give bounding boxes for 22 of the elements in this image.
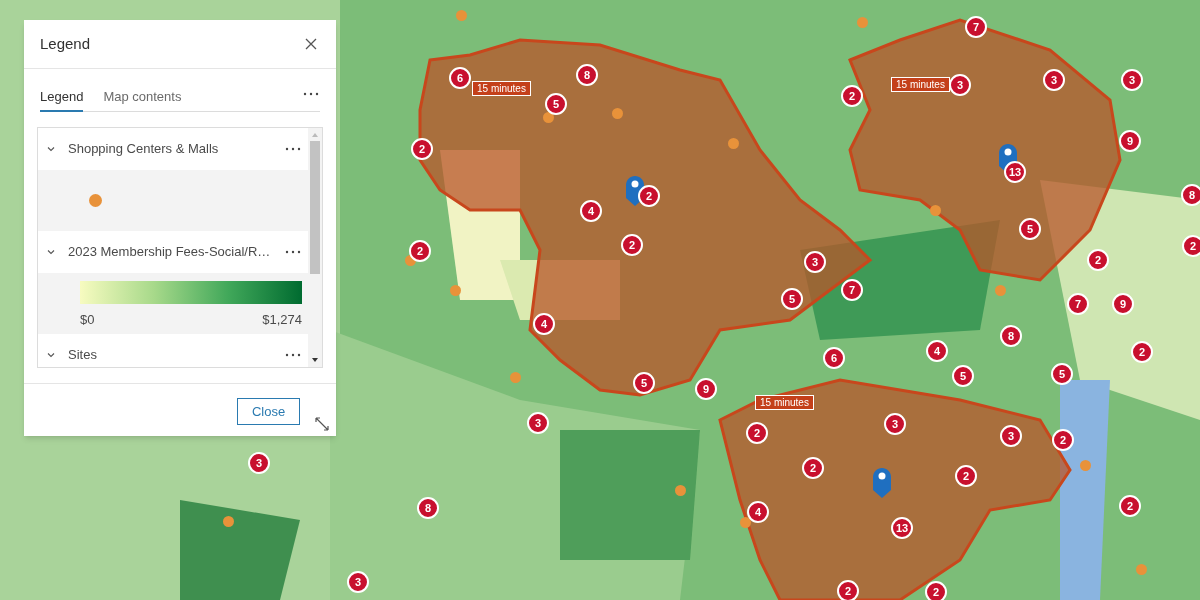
layer-name: Shopping Centers & Malls [68, 140, 220, 159]
resize-icon[interactable] [315, 417, 329, 431]
ramp-max-label: $1,274 [262, 311, 302, 329]
panel-title: Legend [40, 33, 91, 54]
location-pin-icon[interactable] [873, 468, 891, 498]
close-icon[interactable] [303, 36, 319, 52]
ramp-min-label: $0 [80, 311, 95, 329]
drive-time-label: 15 minutes [891, 77, 950, 92]
layer-name: 2023 Membership Fees-Social/R… [68, 243, 272, 262]
layer-name: Sites [68, 346, 98, 365]
point-symbol-icon [89, 194, 102, 207]
scroll-thumb[interactable] [310, 141, 320, 274]
scroll-down-icon[interactable] [311, 357, 319, 363]
chevron-icon[interactable] [46, 144, 56, 154]
chevron-icon[interactable] [46, 247, 56, 257]
chevron-icon[interactable] [46, 350, 56, 360]
tab[interactable]: Map contents [103, 84, 182, 112]
tab[interactable]: Legend [40, 84, 84, 112]
scrollbar[interactable] [308, 128, 322, 367]
drive-time-label: 15 minutes [755, 395, 814, 410]
close-button[interactable]: Close [237, 398, 300, 425]
drive-time-label: 15 minutes [472, 81, 531, 96]
